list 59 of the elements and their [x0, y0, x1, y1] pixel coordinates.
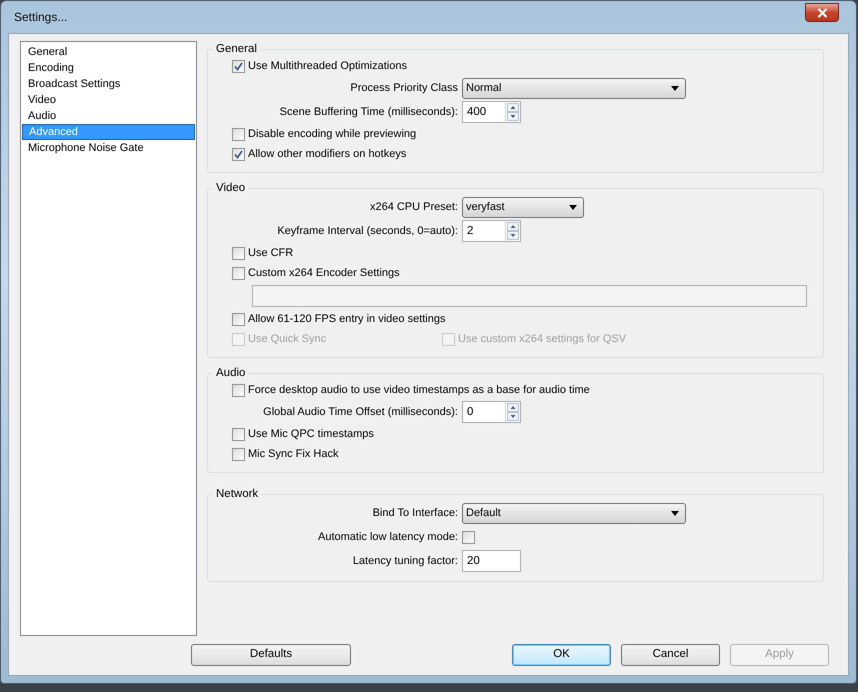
- dialog-button[interactable]: Defaults: [191, 644, 351, 666]
- spin-buttons[interactable]: [505, 101, 521, 123]
- field-label: Scene Buffering Time (milliseconds):: [280, 104, 458, 120]
- text-field[interactable]: [252, 285, 807, 307]
- checkbox[interactable]: [232, 312, 245, 326]
- input-field[interactable]: 20: [462, 550, 521, 572]
- group-title: General: [215, 43, 258, 56]
- checkbox[interactable]: [232, 428, 245, 440]
- checkbox-label: Allow 61-120 FPS entry in video settings: [248, 312, 446, 327]
- field-label: Global Audio Time Offset (milliseconds):: [263, 404, 458, 420]
- checkbox[interactable]: [232, 148, 245, 160]
- checkbox-label: Disable encoding while previewing: [248, 126, 416, 142]
- checkbox[interactable]: [232, 128, 245, 140]
- checkbox-label: Force desktop audio to use video timestamps as a base for audio time: [248, 382, 590, 398]
- dialog-button[interactable]: OK: [512, 644, 611, 666]
- checkbox[interactable]: [232, 60, 245, 72]
- caret-icon: [671, 510, 679, 516]
- checkbox[interactable]: [232, 448, 245, 460]
- close-icon: [816, 8, 828, 18]
- spin-buttons[interactable]: [505, 401, 521, 423]
- checkbox-label: Use CFR: [248, 246, 294, 261]
- sidebar-item[interactable]: General: [22, 44, 195, 60]
- checkbox[interactable]: [462, 530, 475, 544]
- dropdown[interactable]: Normal: [462, 78, 686, 98]
- caret-icon: [671, 86, 679, 90]
- sidebar-item[interactable]: Encoding: [22, 60, 195, 76]
- checkbox-label: Use Mic QPC timestamps: [248, 426, 374, 442]
- sidebar-item[interactable]: Microphone Noise Gate: [22, 140, 195, 156]
- spin-field[interactable]: 2: [462, 220, 505, 242]
- field-label: Bind To Interface:: [372, 506, 458, 521]
- window-title: Settings...: [14, 9, 68, 26]
- checkbox-label: Use Multithreaded Optimizations: [248, 58, 407, 74]
- field-label: Process Priority Class: [350, 80, 458, 96]
- dropdown[interactable]: veryfast: [462, 196, 584, 218]
- sidebar-item[interactable]: Audio: [22, 108, 195, 124]
- sidebar-item[interactable]: Video: [22, 92, 195, 108]
- checkbox-label: Mic Sync Fix Hack: [248, 446, 338, 462]
- checkbox-label: Use custom x264 settings for QSV: [458, 332, 626, 347]
- caret-icon: [569, 204, 577, 210]
- dropdown[interactable]: Default: [462, 502, 686, 524]
- spin-buttons[interactable]: [505, 220, 521, 242]
- group-title: Audio: [215, 367, 246, 380]
- group-title: Network: [215, 488, 260, 501]
- group-title: Video: [215, 182, 246, 195]
- checkbox-label: Allow other modifiers on hotkeys: [248, 146, 406, 162]
- dialog-button[interactable]: Cancel: [621, 644, 720, 666]
- close-button[interactable]: [805, 3, 839, 22]
- checkbox-label: Use Quick Sync: [248, 332, 326, 347]
- sidebar-item[interactable]: Broadcast Settings: [22, 76, 195, 92]
- checkbox[interactable]: [232, 384, 245, 396]
- checkbox[interactable]: [232, 266, 245, 280]
- field-label: Latency tuning factor:: [352, 554, 458, 569]
- spin-field[interactable]: 400: [462, 101, 505, 123]
- field-label: Keyframe Interval (seconds, 0=auto):: [277, 224, 458, 239]
- checkbox-label: Custom x264 Encoder Settings: [248, 266, 400, 281]
- field-label: Automatic low latency mode:: [318, 530, 458, 545]
- spin-field[interactable]: 0: [462, 401, 505, 423]
- checkbox[interactable]: [232, 246, 245, 260]
- field-label: x264 CPU Preset:: [370, 200, 458, 215]
